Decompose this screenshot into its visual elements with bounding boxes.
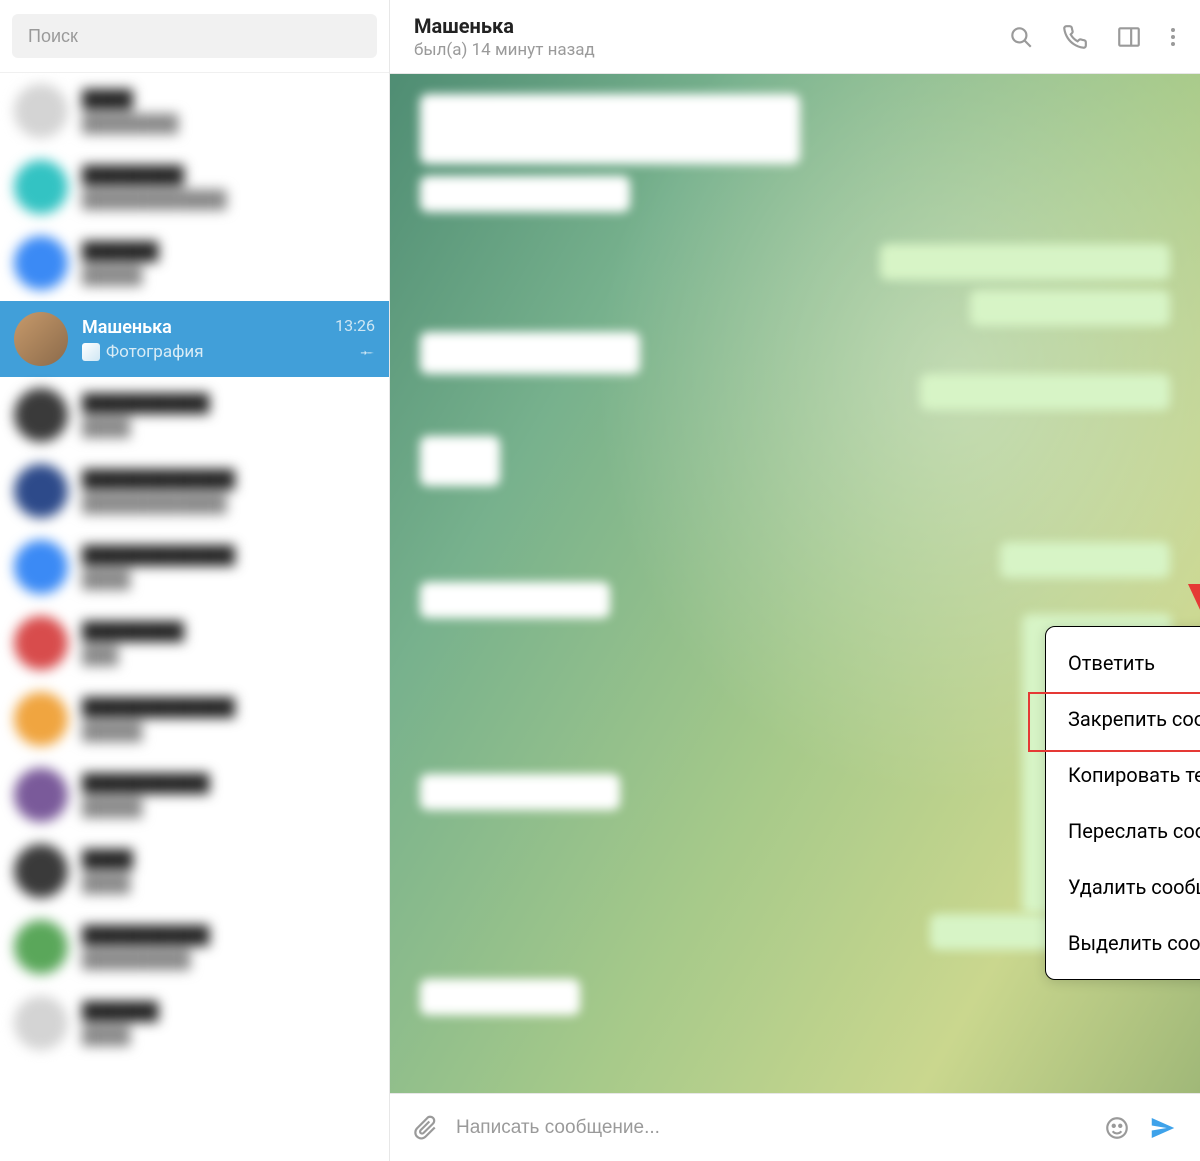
avatar (14, 160, 68, 214)
header-status: был(а) 14 минут назад (414, 40, 1004, 60)
search-wrap (0, 0, 389, 73)
search-input[interactable] (12, 14, 377, 58)
message-bubble[interactable] (880, 244, 1170, 280)
messages-area[interactable]: Ответить Закрепить сообщение Копировать … (390, 74, 1200, 1093)
annotation-arrow (1180, 404, 1200, 644)
search-icon[interactable] (1008, 24, 1034, 50)
message-input[interactable] (456, 1117, 1086, 1139)
chat-row[interactable]: ████████████ (0, 73, 389, 149)
chat-row[interactable]: ████████ (0, 833, 389, 909)
chat-title: Машенька (82, 317, 321, 338)
more-icon[interactable] (1170, 24, 1176, 50)
message-bubble[interactable] (1000, 542, 1170, 578)
avatar (14, 692, 68, 746)
avatar (14, 540, 68, 594)
message-bubble[interactable] (420, 436, 500, 486)
avatar (14, 844, 68, 898)
sidepanel-icon[interactable] (1116, 24, 1142, 50)
message-bubble[interactable] (920, 374, 1170, 410)
avatar (14, 236, 68, 290)
ctx-pin[interactable]: Закрепить сообщение (1046, 691, 1200, 747)
pin-icon (359, 343, 375, 363)
avatar (14, 616, 68, 670)
chat-row[interactable]: ██████████████ (0, 377, 389, 453)
avatar (14, 312, 68, 366)
main: Машенька был(а) 14 минут назад (390, 0, 1200, 1161)
avatar (14, 768, 68, 822)
call-icon[interactable] (1062, 24, 1088, 50)
ctx-delete[interactable]: Удалить сообщение (1046, 859, 1200, 915)
message-bubble[interactable] (420, 176, 630, 212)
app-root: ████████████ ████████████████████ ██████… (0, 0, 1200, 1161)
attach-icon[interactable] (412, 1115, 438, 1141)
header-contact-name[interactable]: Машенька (414, 14, 1004, 38)
chat-row[interactable]: ███████████████ (0, 757, 389, 833)
avatar (14, 920, 68, 974)
emoji-icon[interactable] (1104, 1115, 1130, 1141)
chat-row[interactable]: ██████████ (0, 985, 389, 1061)
message-bubble[interactable] (420, 94, 800, 164)
chat-subtitle-text: Фотография (106, 342, 204, 362)
avatar (14, 464, 68, 518)
sidebar: ████████████ ████████████████████ ██████… (0, 0, 390, 1161)
composer (390, 1093, 1200, 1161)
chat-row[interactable]: ████████████████████████ (0, 453, 389, 529)
context-menu: Ответить Закрепить сообщение Копировать … (1045, 626, 1200, 980)
chat-list[interactable]: ████████████ ████████████████████ ██████… (0, 73, 389, 1161)
chat-row[interactable]: █████████████████ (0, 681, 389, 757)
chat-row[interactable]: ████████████████████ (0, 149, 389, 225)
chat-row[interactable]: ████████████████ (0, 529, 389, 605)
avatar (14, 84, 68, 138)
chat-row[interactable]: ███████████ (0, 225, 389, 301)
message-bubble[interactable] (420, 979, 580, 1015)
message-bubble[interactable] (420, 332, 640, 374)
ctx-select[interactable]: Выделить сообщение (1046, 915, 1200, 971)
chat-header: Машенька был(а) 14 минут назад (390, 0, 1200, 74)
avatar (14, 388, 68, 442)
avatar (14, 996, 68, 1050)
ctx-reply[interactable]: Ответить (1046, 635, 1200, 691)
photo-icon (82, 343, 100, 361)
message-bubble[interactable] (420, 582, 610, 618)
ctx-forward[interactable]: Переслать сообщение (1046, 803, 1200, 859)
ctx-copy[interactable]: Копировать текст (1046, 747, 1200, 803)
chat-row[interactable]: ███████████████████ (0, 909, 389, 985)
message-bubble[interactable] (420, 774, 620, 810)
chat-row[interactable]: ███████████ (0, 605, 389, 681)
send-button[interactable] (1148, 1113, 1178, 1143)
message-bubble[interactable] (970, 290, 1170, 326)
chat-row-active[interactable]: Машенька Фотография 13:26 (0, 301, 389, 377)
chat-subtitle: Фотография (82, 342, 321, 362)
chat-time: 13:26 (335, 316, 375, 335)
